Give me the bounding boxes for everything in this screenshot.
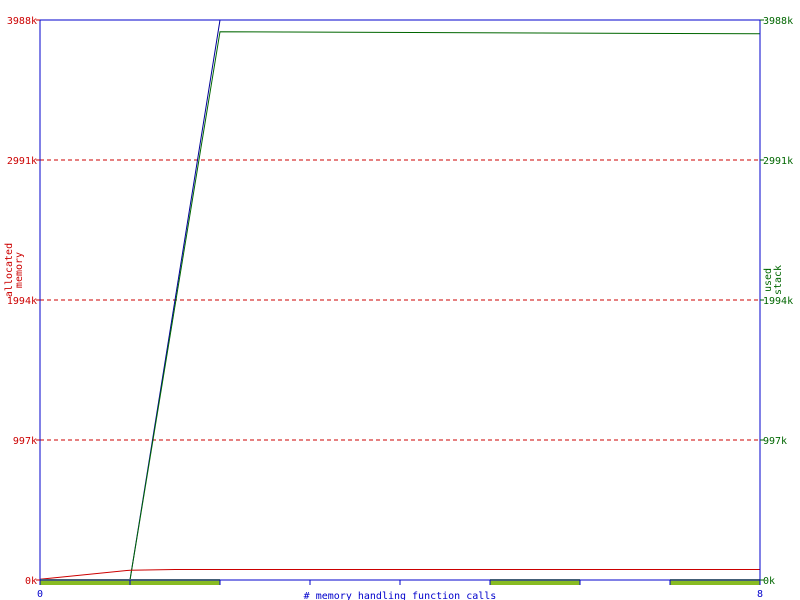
series-line-stack bbox=[40, 31, 761, 581]
left-tick-label: 3988k bbox=[7, 16, 37, 27]
right-tick-label: 1994k bbox=[763, 296, 793, 307]
left-axis-label-line-2: memory bbox=[14, 252, 25, 288]
left-tick-label: 2991k bbox=[7, 156, 37, 167]
x-axis-label: # memory handling function calls bbox=[304, 591, 497, 600]
right-tick-label: 997k bbox=[763, 436, 787, 447]
x-tick-label: 0 bbox=[37, 589, 43, 600]
left-tick-label: 997k bbox=[13, 436, 37, 447]
left-tick-label: 0k bbox=[25, 576, 37, 587]
right-tick-label: 2991k bbox=[763, 156, 793, 167]
tick-labels: 0k997k1994k2991k3988k0k997k1994k2991k398… bbox=[7, 16, 793, 600]
left-axis-label: allocated memory bbox=[4, 243, 25, 297]
tick-marks bbox=[36, 19, 764, 585]
x-tick-label: 8 bbox=[757, 589, 763, 600]
right-axis-label-line-2: stack bbox=[773, 265, 784, 295]
series-line-allocated bbox=[39, 569, 760, 580]
grid-lines bbox=[40, 159, 760, 441]
memory-chart: 0k997k1994k2991k3988k0k997k1994k2991k398… bbox=[4, 16, 793, 600]
right-tick-label: 0k bbox=[763, 576, 775, 587]
right-tick-label: 3988k bbox=[763, 16, 793, 27]
right-axis-label: used stack bbox=[763, 265, 784, 295]
